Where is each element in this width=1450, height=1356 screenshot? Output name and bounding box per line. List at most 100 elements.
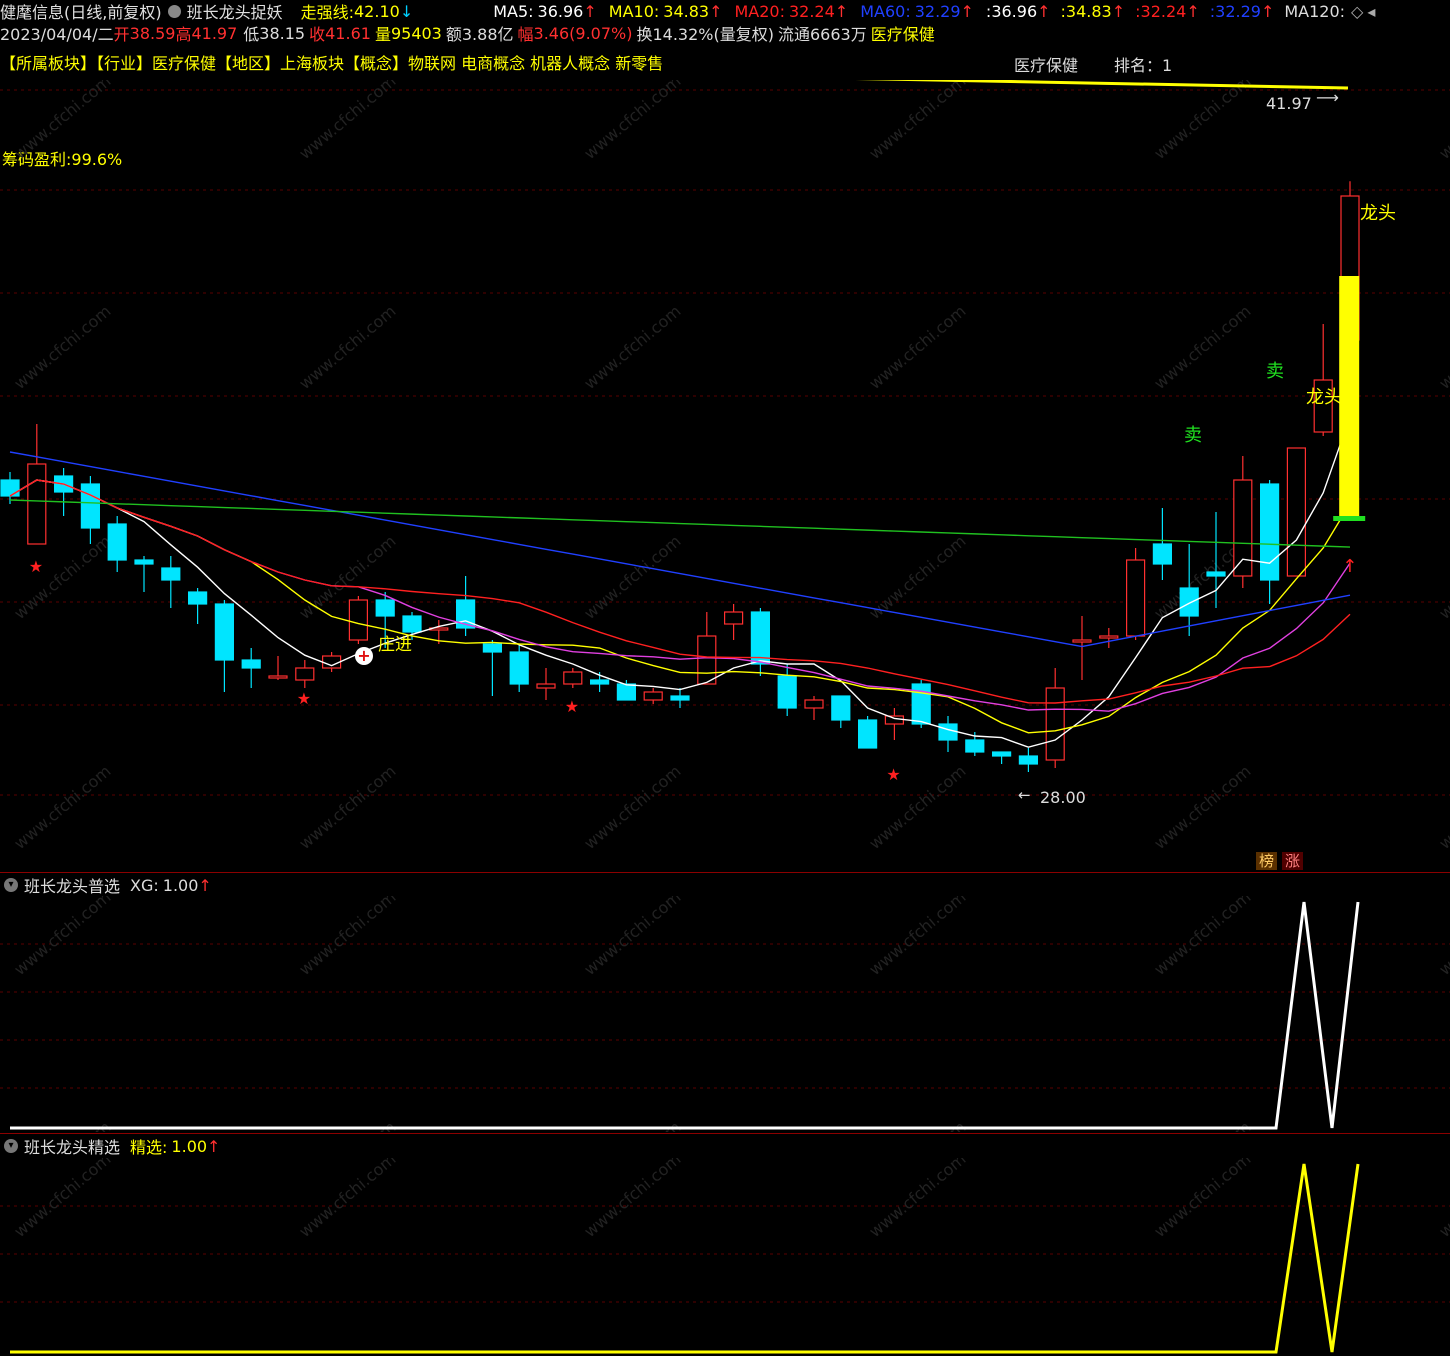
grid-lines (0, 1205, 1450, 1303)
up-arrow-icon: ↑ (709, 1, 723, 21)
scroll-arrow-icon[interactable]: ◂ (1367, 2, 1375, 21)
low-value: 38.15 (259, 23, 306, 43)
candle-body (857, 719, 878, 749)
candle-body (1018, 755, 1039, 765)
industry-label: 医疗保健 (1014, 56, 1079, 75)
candle-body (1152, 543, 1173, 565)
candle-body (670, 695, 690, 701)
open-value: 38.59 (129, 23, 176, 43)
watermark-text: www.cfchi.com (1150, 1158, 1254, 1241)
candle-body (161, 567, 181, 581)
watermark-text: www.cfchi.com (10, 301, 114, 393)
diamond-icon[interactable]: ◇ (1351, 2, 1363, 21)
watermark-text: www.cfchi.com (1150, 761, 1254, 853)
grid-lines (0, 89, 1450, 796)
xg-series-line (10, 901, 1360, 1130)
high-label: 高 (175, 25, 192, 44)
watermark-text: www.cfchi.com (10, 80, 114, 163)
watermark-text: www.cfchi.com (580, 1117, 684, 1132)
candle-body (241, 659, 261, 669)
watermark-text: www.cfchi.com (1435, 1158, 1450, 1241)
watermark-text: www.cfchi.com (1435, 761, 1450, 853)
candle-body (991, 751, 1012, 757)
volume-value: 95403 (390, 23, 442, 43)
plus-circle-icon: + (355, 647, 373, 665)
star-icon: ★ (29, 557, 43, 576)
header-bar: 健麾信息(日线,前复权) 班长龙头捉妖 走强线: 42.10 ↓ MA5: 36… (0, 0, 1375, 23)
watermark-text: www.cfchi.com (580, 80, 684, 163)
candle-body (268, 675, 288, 679)
star-icon: ★ (565, 697, 579, 716)
ma-repeat-1: :36.96 (985, 1, 1038, 21)
panel3-title[interactable]: 班长龙头精选 (24, 1134, 120, 1158)
watermark-text: www.cfchi.com (1435, 301, 1450, 393)
watermark-text: www.cfchi.com (865, 531, 969, 623)
panel2-value: 1.00 (162, 875, 199, 895)
ma60-label: MA60: (860, 1, 911, 21)
arrow-left-icon: ← (1018, 786, 1031, 804)
banker-in-label: 庄进 (378, 635, 412, 655)
markers-layer: ★ ★ ★ ★ ↑ (29, 276, 1366, 784)
candle-body (965, 739, 985, 753)
ma10-label: MA10: (608, 1, 660, 21)
ma10-value: 34.83 (663, 1, 710, 21)
list-badge[interactable]: 榜 (1256, 852, 1278, 870)
xg-indicator-chart[interactable]: www.cfchi.com www.cfchi.com www.cfchi.com w… (0, 896, 1450, 1132)
change-value: 3.46(9.07%) (533, 23, 633, 43)
candle-body (643, 691, 663, 701)
jingxuan-indicator-chart[interactable]: www.cfchi.com www.cfchi.com www.cfchi.com w… (0, 1158, 1450, 1356)
candlestick-chart[interactable]: www.cfchi.com www.cfchi.com www.cfchi.com w… (0, 80, 1450, 870)
up-arrow-icon: ↑ (1260, 1, 1275, 21)
min-price-label: 28.00 (1040, 788, 1086, 807)
up-arrow-icon: ↑ (834, 1, 849, 21)
candle-body (1099, 635, 1119, 639)
panel3-header: ▾ 班长龙头精选 精选: 1.00 ↑ (0, 1134, 220, 1158)
watermark-text: www.cfchi.com (1150, 301, 1254, 393)
chevron-down-icon[interactable]: ▾ (4, 1139, 18, 1153)
watermark-text: www.cfchi.com (295, 896, 399, 979)
ma-repeat-4: :32.29 (1209, 1, 1261, 21)
candle-body (1179, 587, 1199, 617)
candle-body (1125, 559, 1146, 637)
candle-body (509, 651, 529, 685)
candle-body (80, 483, 101, 529)
low-label: 低 (243, 25, 260, 44)
candle-body (1206, 571, 1226, 577)
candle-body (188, 591, 208, 605)
up-arrow-icon: ↑ (1037, 1, 1051, 21)
dragon-head-label: 龙头 (1306, 387, 1342, 408)
rise-badge[interactable]: 涨 (1282, 852, 1304, 870)
panel2-label: XG: (130, 875, 159, 895)
change-label: 幅 (517, 25, 534, 44)
ma20-value: 32.24 (788, 1, 835, 21)
panel3-label: 精选: (130, 1138, 168, 1157)
panel2-title[interactable]: 班长龙头普选 (24, 873, 120, 897)
up-arrow-icon: ↑ (207, 1136, 221, 1156)
strong-line-value: 42.10 (354, 1, 400, 21)
dragon-head-label: 龙头 (1360, 203, 1396, 224)
formula-name[interactable]: 班长龙头捉妖 (187, 0, 283, 23)
watermark-text: www.cfchi.com (295, 1117, 399, 1132)
watermark-text: www.cfchi.com (580, 301, 684, 393)
candle-body (1072, 639, 1092, 643)
watermark-layer: www.cfchi.com www.cfchi.com www.cfchi.com w… (10, 80, 1450, 853)
watermark-text: www.cfchi.com (865, 761, 969, 853)
candle-body (536, 683, 556, 689)
sector-tags: 【所属板块】【行业】医疗保健【地区】上海板块【概念】物联网 电商概念 机器人概念… (0, 54, 664, 73)
settings-icon[interactable] (167, 4, 181, 18)
watermark-text: www.cfchi.com (865, 1117, 969, 1132)
ma5-value: 36.96 (537, 1, 584, 21)
watermark-text: www.cfchi.com (1435, 1117, 1450, 1132)
grid-lines (0, 943, 1450, 1089)
ma-repeat-3: :32.24 (1135, 1, 1187, 21)
arrow-right-icon: ⟶ (1316, 88, 1339, 107)
watermark-text: www.cfchi.com (10, 1117, 114, 1132)
amount-value: 3.88亿 (461, 25, 514, 44)
chevron-down-icon[interactable]: ▾ (4, 878, 18, 892)
watermark-text: www.cfchi.com (10, 1158, 114, 1241)
ma60-value: 32.29 (914, 1, 961, 21)
watermark-text: www.cfchi.com (1150, 1117, 1254, 1132)
candle-body (107, 523, 127, 561)
quote-date: 2023/04/04/二 (0, 25, 114, 44)
candle-body (697, 635, 717, 685)
